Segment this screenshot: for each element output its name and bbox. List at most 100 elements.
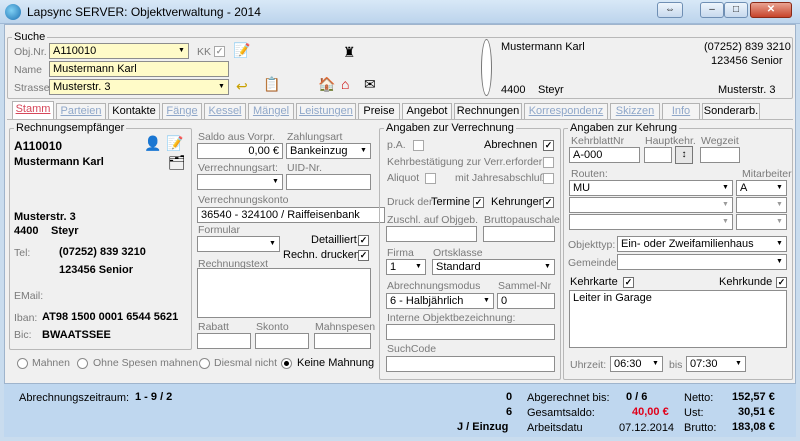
verrechnungsart-select[interactable]: ▼ — [197, 174, 283, 190]
kk-checkbox[interactable]: ✓ — [214, 46, 225, 57]
sammel-field[interactable]: 0 — [497, 293, 555, 309]
chevron-down-icon[interactable]: ▼ — [719, 215, 732, 229]
chevron-down-icon[interactable]: ▼ — [269, 175, 282, 189]
radio-ohne-spesen[interactable] — [77, 358, 88, 369]
interne-field[interactable] — [386, 324, 555, 340]
chevron-down-icon[interactable]: ▼ — [773, 198, 786, 212]
tab-maengel[interactable]: Mängel — [248, 103, 294, 119]
tab-skizzen[interactable]: Skizzen — [610, 103, 660, 119]
chevron-down-icon[interactable]: ▼ — [266, 237, 279, 251]
minimize-button[interactable]: – — [700, 2, 724, 18]
kehrkunde-checkbox[interactable]: ✓ — [776, 277, 787, 288]
pa-checkbox[interactable] — [413, 140, 424, 151]
list-arrow-icon[interactable]: 📋 — [263, 76, 280, 92]
aliquot-checkbox[interactable] — [425, 173, 436, 184]
chimney-icon[interactable]: ♜ — [343, 44, 356, 60]
zuschl-field[interactable] — [386, 226, 477, 242]
route-select-1[interactable]: MU ▼ — [569, 180, 733, 196]
skonto-field[interactable] — [255, 333, 309, 349]
tab-sonderarb[interactable]: Sonderarb. — [702, 103, 760, 119]
chevron-down-icon[interactable]: ▼ — [732, 357, 745, 371]
abrmodus-select[interactable]: 6 - Halbjährlich ▼ — [386, 293, 494, 309]
hauptkehr-field[interactable] — [644, 147, 672, 163]
detailliert-checkbox[interactable]: ✓ — [358, 235, 369, 246]
ortsklasse-select[interactable]: Standard ▼ — [432, 259, 555, 275]
tab-faenge[interactable]: Fänge — [162, 103, 202, 119]
abrechnen-checkbox[interactable]: ✓ — [543, 140, 554, 151]
chevron-down-icon[interactable]: ▼ — [773, 181, 786, 195]
edit-icon[interactable]: 📝 — [166, 135, 183, 151]
kehrkarte-checkbox[interactable]: ✓ — [623, 277, 634, 288]
uhrzeit-bis-select[interactable]: 07:30 ▼ — [686, 356, 746, 372]
wegzeit-field[interactable] — [700, 147, 740, 163]
strasse-combo[interactable]: Musterstr. 3 ▼ — [49, 79, 229, 95]
tab-rechnungen[interactable]: Rechnungen — [454, 103, 522, 119]
radio-diesmal-nicht[interactable] — [199, 358, 210, 369]
chevron-down-icon[interactable]: ▼ — [412, 260, 425, 274]
arrows-button[interactable]: ⇔ — [657, 2, 683, 18]
chevron-down-icon[interactable]: ▼ — [480, 294, 493, 308]
tab-leistungen[interactable]: Leistungen — [296, 103, 356, 119]
uid-field[interactable] — [286, 174, 371, 190]
route-select-3[interactable]: ▼ — [569, 214, 733, 230]
tab-kessel[interactable]: Kessel — [204, 103, 246, 119]
notiz-area[interactable]: Leiter in Garage — [569, 290, 787, 348]
return-arrow-icon[interactable]: ↩ — [236, 78, 248, 94]
radio-keine-mahnung[interactable] — [281, 358, 292, 369]
mahnspesen-field[interactable] — [314, 333, 371, 349]
recipient-bic[interactable]: BWAATSSEE — [42, 329, 111, 341]
chevron-down-icon[interactable]: ▼ — [773, 255, 786, 269]
close-button[interactable]: ✕ — [750, 2, 792, 18]
route-select-2[interactable]: ▼ — [569, 197, 733, 213]
tab-parteien[interactable]: Parteien — [56, 103, 106, 119]
mitarbeiter-select-3[interactable]: ▼ — [736, 214, 787, 230]
mitarbeiter-select-1[interactable]: A ▼ — [736, 180, 787, 196]
uhrzeit-von-select[interactable]: 06:30 ▼ — [610, 356, 663, 372]
chevron-down-icon[interactable]: ▼ — [215, 80, 228, 94]
firma-select[interactable]: 1 ▼ — [386, 259, 426, 275]
objnr-combo[interactable]: A110010 ▼ — [49, 43, 189, 59]
tab-preise[interactable]: Preise — [358, 103, 400, 119]
suchcode-field[interactable] — [386, 356, 555, 372]
rechnungstext-area[interactable] — [197, 268, 371, 318]
chevron-down-icon[interactable]: ▼ — [175, 44, 188, 58]
recipient-iban[interactable]: AT98 1500 0001 6544 5621 — [42, 311, 178, 323]
chevron-down-icon[interactable]: ▼ — [649, 357, 662, 371]
saldo-field[interactable]: 0,00 € — [197, 143, 283, 159]
chevron-down-icon[interactable]: ▼ — [719, 198, 732, 212]
zahlungsart-select[interactable]: Bankeinzug ▼ — [286, 143, 371, 159]
tab-angebot[interactable]: Angebot — [402, 103, 452, 119]
chevron-down-icon[interactable]: ▼ — [773, 237, 786, 251]
tab-info[interactable]: Info — [662, 103, 700, 119]
rechn-drucken-checkbox[interactable]: ✓ — [358, 250, 369, 261]
maximize-button[interactable]: □ — [724, 2, 748, 18]
termine-checkbox[interactable]: ✓ — [473, 197, 484, 208]
user-edit-icon[interactable]: 👤 — [144, 135, 161, 151]
gemeinde-select[interactable]: ▼ — [617, 254, 787, 270]
bruttopauschale-field[interactable] — [483, 226, 555, 242]
edit-icon[interactable]: 📝 — [233, 42, 250, 58]
radio-mahnen[interactable] — [17, 358, 28, 369]
rabatt-field[interactable] — [197, 333, 251, 349]
chevron-down-icon[interactable]: ▼ — [773, 215, 786, 229]
folder-icon[interactable]: 🗂 — [168, 154, 186, 170]
kehrungen-checkbox[interactable]: ✓ — [543, 197, 554, 208]
envelope-icon[interactable]: ✉ — [364, 76, 376, 92]
house-red-icon[interactable]: ⌂ — [341, 76, 349, 92]
verrechnungskonto-field[interactable]: 36540 - 324100 / Raiffeisenbank — [197, 207, 385, 223]
kehrblatt-field[interactable]: A-000 — [569, 147, 640, 163]
house-icon[interactable]: 🏠 — [318, 76, 335, 92]
tab-kontakte[interactable]: Kontakte — [108, 103, 160, 119]
tab-stamm[interactable]: Stamm — [12, 101, 54, 119]
chevron-down-icon[interactable]: ▼ — [357, 144, 370, 158]
chevron-down-icon[interactable]: ▼ — [719, 181, 732, 195]
formular-select[interactable]: ▼ — [197, 236, 280, 252]
tab-korrespondenz[interactable]: Korrespondenz — [524, 103, 608, 119]
jahresabschluss-checkbox[interactable] — [543, 173, 554, 184]
name-field[interactable]: Mustermann Karl — [49, 61, 229, 77]
objekttyp-select[interactable]: Ein- oder Zweifamilienhaus ▼ — [617, 236, 787, 252]
chevron-down-icon[interactable]: ▼ — [541, 260, 554, 274]
sort-icon[interactable]: ↕ — [675, 146, 693, 164]
mitarbeiter-select-2[interactable]: ▼ — [736, 197, 787, 213]
kehrbest-checkbox[interactable] — [543, 157, 554, 168]
